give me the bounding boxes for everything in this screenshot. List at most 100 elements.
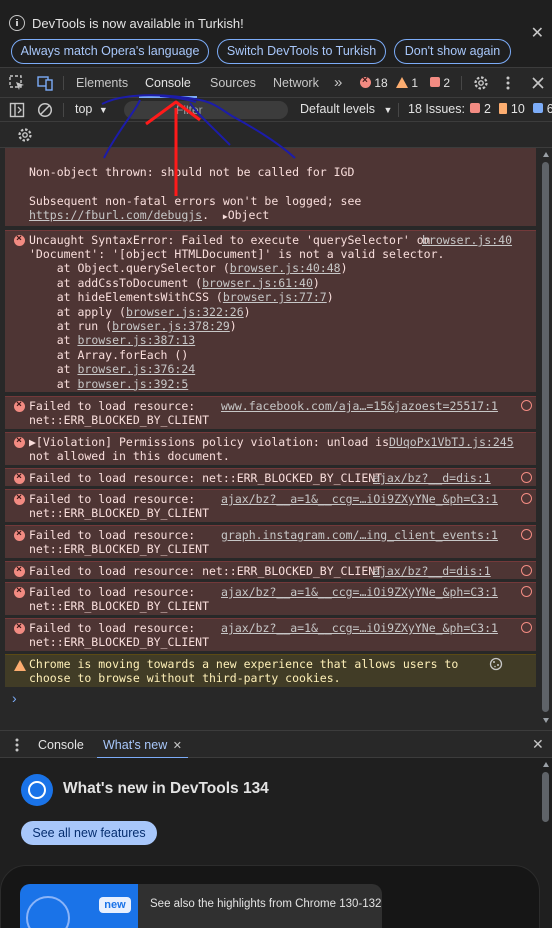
console-warning-message[interactable]: Chrome is moving towards a new experienc…: [5, 654, 536, 687]
console-error-message[interactable]: Failed to load resource: net::ERR_BLOCKE…: [5, 468, 536, 486]
error-icon: [14, 491, 25, 505]
console-prompt[interactable]: ›: [12, 690, 17, 706]
source-link[interactable]: ajax/bz?__d=dis:1: [373, 471, 491, 485]
info-icon: [9, 15, 25, 31]
source-link[interactable]: DUqoPx1VbTJ.js:245: [389, 435, 514, 449]
dont-show-again-button[interactable]: Don't show again: [394, 39, 511, 64]
tab-elements[interactable]: Elements: [76, 68, 128, 98]
console-messages: Non-object thrown: should not be called …: [0, 148, 540, 729]
message-line: Non-object thrown: should not be called …: [29, 165, 355, 179]
sidebar-toggle-icon[interactable]: [9, 102, 25, 118]
chrome-devtools-logo-icon: [21, 774, 53, 806]
error-icon: [14, 620, 25, 634]
chevron-down-icon: ▼: [98, 105, 108, 115]
match-language-button[interactable]: Always match Opera's language: [11, 39, 209, 64]
more-options-icon[interactable]: [504, 74, 512, 92]
source-link[interactable]: browser.js:40: [422, 233, 512, 247]
network-request-icon[interactable]: [521, 493, 532, 504]
source-link[interactable]: www.facebook.com/aja…=15&jazoest=25517:1: [221, 399, 498, 413]
console-violation-message[interactable]: ▶[Violation] Permissions policy violatio…: [5, 432, 536, 465]
console-error-message[interactable]: Failed to load resource: net::ERR_BLOCKE…: [5, 489, 536, 522]
clear-console-icon[interactable]: [37, 102, 53, 118]
error-icon: [14, 232, 25, 246]
console-error-message[interactable]: Failed to load resource: net::ERR_BLOCKE…: [5, 525, 536, 558]
warning-count-badge[interactable]: 1: [396, 76, 418, 90]
inspect-element-icon[interactable]: [9, 75, 25, 91]
separator: [63, 76, 64, 90]
issue-error-icon: [470, 103, 481, 113]
network-request-icon[interactable]: [521, 565, 532, 576]
error-icon: [360, 74, 371, 88]
see-all-features-button[interactable]: See all new features: [21, 821, 157, 845]
console-scrollbar[interactable]: [542, 148, 550, 729]
console-settings-gear-icon[interactable]: [16, 126, 34, 144]
scroll-thumb[interactable]: [542, 162, 549, 712]
console-error-message[interactable]: Failed to load resource: net::ERR_BLOCKE…: [5, 561, 536, 579]
issues-summary[interactable]: 18 Issues: 2 10 6: [408, 102, 552, 116]
console-error-message[interactable]: Non-object thrown: should not be called …: [5, 148, 536, 226]
source-link[interactable]: ajax/bz?__a=1&__ccg=…iOi9ZXyYNe_&ph=C3:1: [221, 621, 498, 635]
issue-icon: [430, 77, 440, 87]
drawer-tab-whats-new[interactable]: What's new ✕: [97, 731, 188, 759]
device-toolbar-icon[interactable]: [37, 75, 53, 91]
console-error-message[interactable]: Failed to load resource: net::ERR_BLOCKE…: [5, 618, 536, 651]
drawer-menu-icon[interactable]: [13, 737, 21, 753]
tab-sources[interactable]: Sources: [210, 68, 256, 98]
drawer-tab-console[interactable]: Console: [38, 731, 84, 759]
network-request-icon[interactable]: [521, 529, 532, 540]
issues-count-badge[interactable]: 2: [430, 76, 450, 90]
stack-trace: 'Document': '[object HTMLDocument]' is n…: [29, 247, 445, 391]
debug-link[interactable]: https://fburl.com/debugjs: [29, 208, 202, 222]
tab-console[interactable]: Console: [139, 68, 197, 98]
close-devtools-icon[interactable]: [530, 75, 546, 91]
network-request-icon[interactable]: [521, 622, 532, 633]
object-preview[interactable]: Object: [228, 208, 270, 222]
scroll-up-icon[interactable]: [543, 152, 549, 157]
separator: [461, 76, 462, 90]
issue-info-icon: [533, 103, 544, 113]
source-link[interactable]: ajax/bz?__a=1&__ccg=…iOi9ZXyYNe_&ph=C3:1: [221, 585, 498, 599]
scroll-up-icon[interactable]: [543, 762, 549, 767]
tab-network[interactable]: Network: [273, 68, 319, 98]
drawer-scrollbar[interactable]: [542, 760, 550, 925]
whats-new-title: What's new in DevTools 134: [63, 780, 269, 797]
more-tabs-icon[interactable]: »: [334, 68, 342, 98]
main-tabbar: Elements Console Sources Network » 18 1 …: [0, 68, 552, 98]
network-request-icon[interactable]: [521, 472, 532, 483]
console-error-message[interactable]: Failed to load resource: net::ERR_BLOCKE…: [5, 396, 536, 429]
console-error-message[interactable]: Uncaught SyntaxError: Failed to execute …: [5, 230, 536, 392]
source-link[interactable]: ajax/bz?__a=1&__ccg=…iOi9ZXyYNe_&ph=C3:1: [221, 492, 498, 506]
infobar-title: DevTools is now available in Turkish!: [32, 16, 244, 31]
drawer-tabbar: Console What's new ✕ ✕: [0, 730, 552, 759]
error-icon: [14, 434, 25, 448]
issue-warning-icon: [499, 103, 508, 114]
error-icon: [14, 398, 25, 412]
tab-close-icon[interactable]: ✕: [173, 740, 182, 752]
source-link[interactable]: graph.instagram.com/…ing_client_events:1: [221, 528, 498, 542]
network-request-icon[interactable]: [521, 586, 532, 597]
message-line: Subsequent non-fatal errors won't be log…: [29, 193, 362, 208]
separator: [398, 103, 399, 117]
error-icon: [14, 527, 25, 541]
highlights-text: See also the highlights from Chrome 130-…: [150, 898, 382, 910]
network-request-icon[interactable]: [521, 400, 532, 411]
new-badge: new: [99, 897, 131, 913]
warning-icon: [396, 77, 408, 88]
language-infobar: DevTools is now available in Turkish! ✕ …: [0, 0, 552, 68]
separator: [63, 103, 64, 117]
drawer-close-icon[interactable]: ✕: [532, 736, 544, 753]
filter-input[interactable]: Filter: [124, 101, 288, 119]
scroll-thumb[interactable]: [542, 772, 549, 822]
console-error-message[interactable]: Failed to load resource: net::ERR_BLOCKE…: [5, 582, 536, 615]
error-icon: [14, 563, 25, 577]
context-selector[interactable]: top ▼: [75, 102, 108, 116]
log-levels-dropdown[interactable]: Default levels ▼: [300, 102, 392, 116]
source-link[interactable]: ajax/bz?__d=dis:1: [373, 564, 491, 578]
console-toolbar-row2: [0, 122, 552, 148]
settings-gear-icon[interactable]: [472, 74, 490, 92]
cookie-icon[interactable]: [489, 657, 503, 671]
scroll-down-icon[interactable]: [543, 718, 549, 723]
switch-to-turkish-button[interactable]: Switch DevTools to Turkish: [217, 39, 386, 64]
error-count-badge[interactable]: 18: [360, 74, 388, 90]
infobar-close-button[interactable]: ✕: [531, 26, 544, 42]
